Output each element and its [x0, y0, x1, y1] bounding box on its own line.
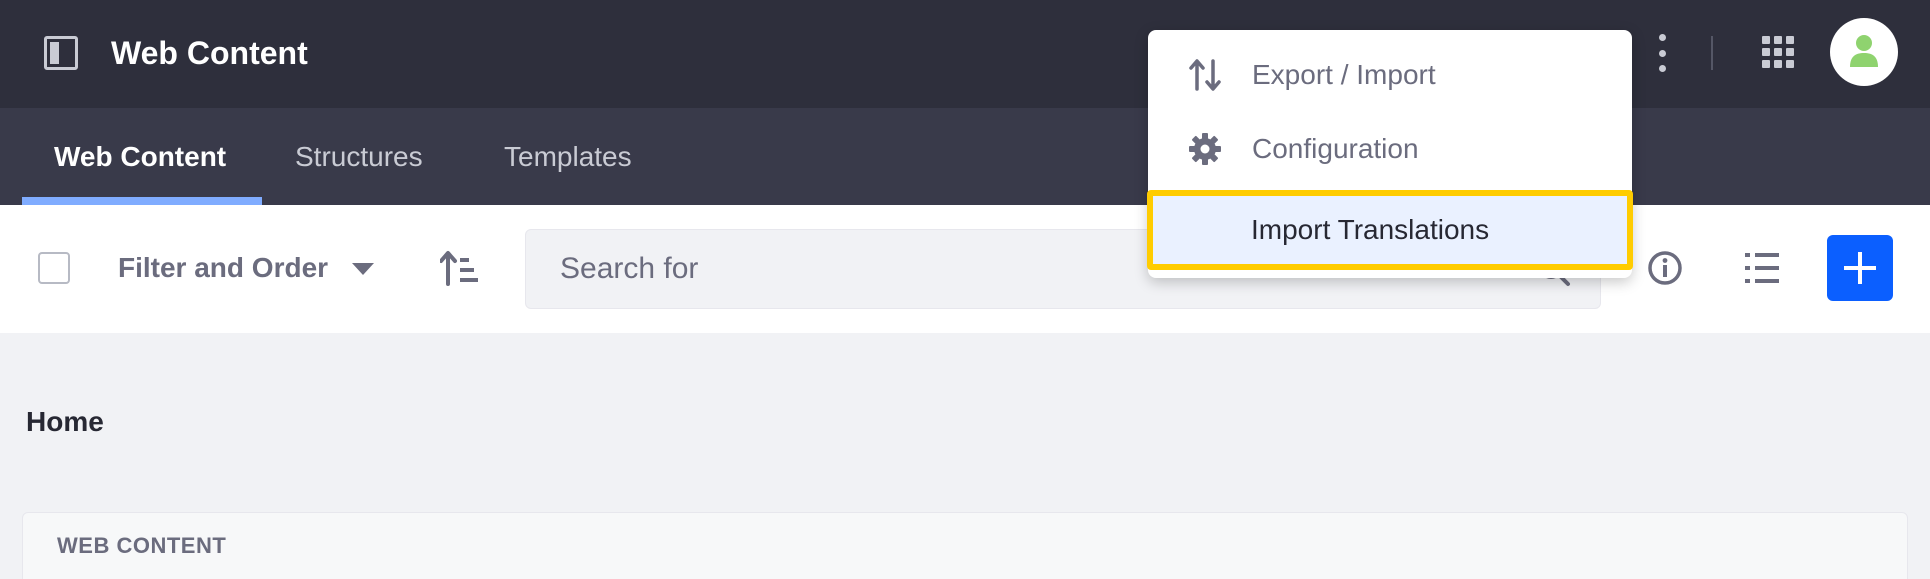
- caret-down-icon[interactable]: [352, 263, 374, 275]
- menu-item-import-translations[interactable]: Import Translations: [1147, 190, 1633, 270]
- breadcrumb-home[interactable]: Home: [26, 406, 104, 438]
- web-content-panel: WEB CONTENT: [22, 512, 1908, 579]
- header-divider: [1711, 36, 1713, 70]
- tab-templates[interactable]: Templates: [504, 108, 632, 205]
- management-toolbar: Filter and Order: [0, 205, 1930, 333]
- select-all-checkbox[interactable]: [38, 252, 70, 284]
- tab-web-content[interactable]: Web Content: [54, 108, 226, 205]
- info-icon[interactable]: [1647, 250, 1683, 286]
- active-tab-indicator: [22, 197, 262, 205]
- applications-menu-icon[interactable]: [1762, 36, 1794, 68]
- sort-order-icon[interactable]: [440, 250, 480, 286]
- options-dropdown-menu: Export / Import Configuration Import Tra…: [1147, 30, 1633, 278]
- user-avatar[interactable]: [1830, 18, 1898, 86]
- app-title: Web Content: [111, 35, 308, 71]
- panel-header: WEB CONTENT: [57, 533, 227, 558]
- menu-item-label: Configuration: [1252, 133, 1419, 164]
- gear-icon: [1189, 133, 1221, 165]
- add-button[interactable]: [1827, 235, 1893, 301]
- user-icon: [1850, 35, 1878, 67]
- import-export-icon: [1189, 59, 1221, 91]
- filter-and-order-button[interactable]: Filter and Order: [118, 247, 328, 289]
- navigation-tabs: Web Content Structures Templates: [0, 108, 1930, 205]
- tab-structures[interactable]: Structures: [295, 108, 423, 205]
- menu-item-configuration[interactable]: Configuration: [1148, 112, 1632, 186]
- list-view-icon[interactable]: [1744, 251, 1780, 285]
- options-kebab-icon[interactable]: [1652, 34, 1672, 72]
- menu-item-label: Import Translations: [1251, 214, 1490, 245]
- product-menu-toggle-icon[interactable]: [44, 36, 78, 70]
- menu-item-export-import[interactable]: Export / Import: [1148, 38, 1632, 112]
- app-bar: Web Content: [0, 0, 1930, 108]
- menu-item-label: Export / Import: [1252, 59, 1436, 90]
